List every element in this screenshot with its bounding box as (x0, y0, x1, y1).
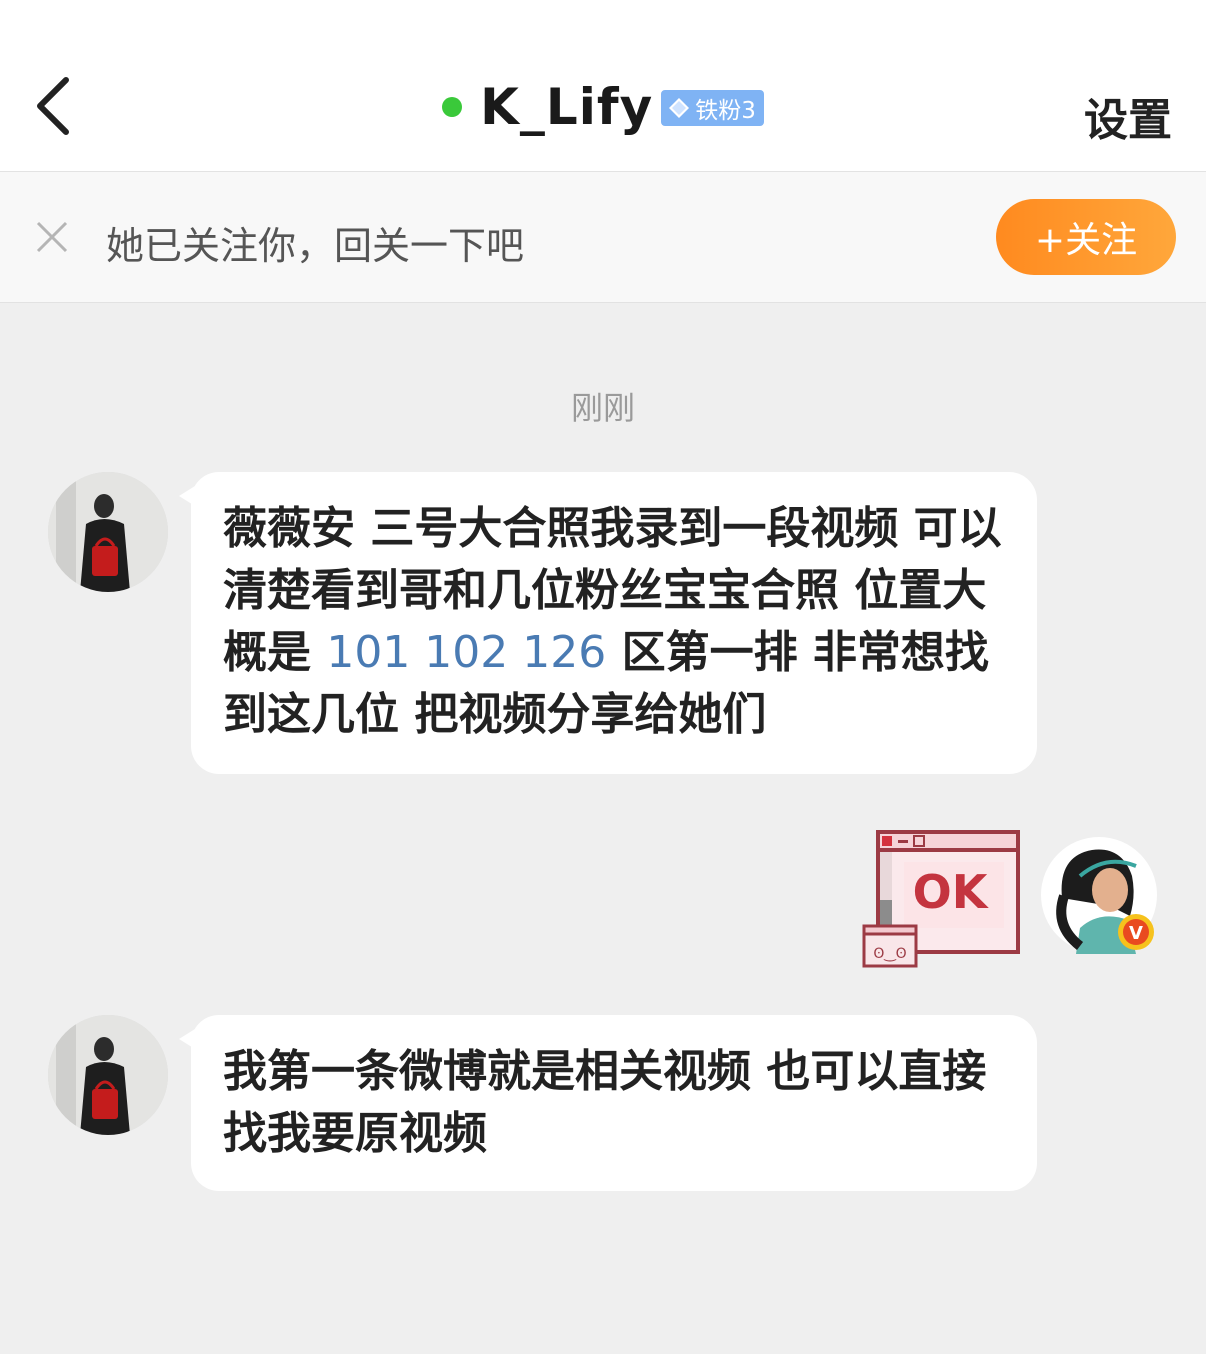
ok-sticker[interactable]: OK ʘ‿ʘ (862, 828, 1022, 970)
sticker-face-text: ʘ‿ʘ (873, 946, 906, 962)
message-bubble[interactable]: 薇薇安 三号大合照我录到一段视频 可以清楚看到哥和几位粉丝宝宝合照 位置大概是 … (179, 472, 1037, 774)
message-bubble[interactable]: 我第一条微博就是相关视频 也可以直接找我要原视频 (179, 1015, 1037, 1191)
diamond-icon (669, 98, 690, 118)
chat-title[interactable]: K_Lify (480, 78, 653, 136)
avatar[interactable] (48, 1015, 168, 1135)
bubble-tail (179, 486, 195, 506)
avatar[interactable] (48, 472, 168, 592)
follow-button[interactable]: +关注 (996, 199, 1176, 275)
sticker-ok-text: OK (913, 865, 990, 919)
fan-badge[interactable]: 铁粉3 (661, 90, 764, 126)
bubble-tail (179, 1029, 195, 1049)
follow-prompt-text: 她已关注你，回关一下吧 (106, 224, 525, 268)
message-timestamp: 刚刚 (570, 389, 635, 427)
online-status-dot (442, 97, 463, 117)
message-link[interactable]: 101 102 126 (326, 627, 606, 678)
close-icon[interactable] (34, 219, 70, 255)
fan-badge-label: 铁粉3 (695, 98, 756, 124)
my-avatar[interactable]: V (1040, 836, 1158, 954)
settings-button[interactable]: 设置 (1084, 84, 1172, 148)
verified-badge-text: V (1129, 923, 1143, 944)
message-text: 我第一条微博就是相关视频 也可以直接找我要原视频 (223, 1046, 987, 1159)
chat-header: K_Lify 铁粉3 设置 (0, 0, 1206, 172)
chat-title-area: K_Lify 铁粉3 (0, 72, 1206, 142)
